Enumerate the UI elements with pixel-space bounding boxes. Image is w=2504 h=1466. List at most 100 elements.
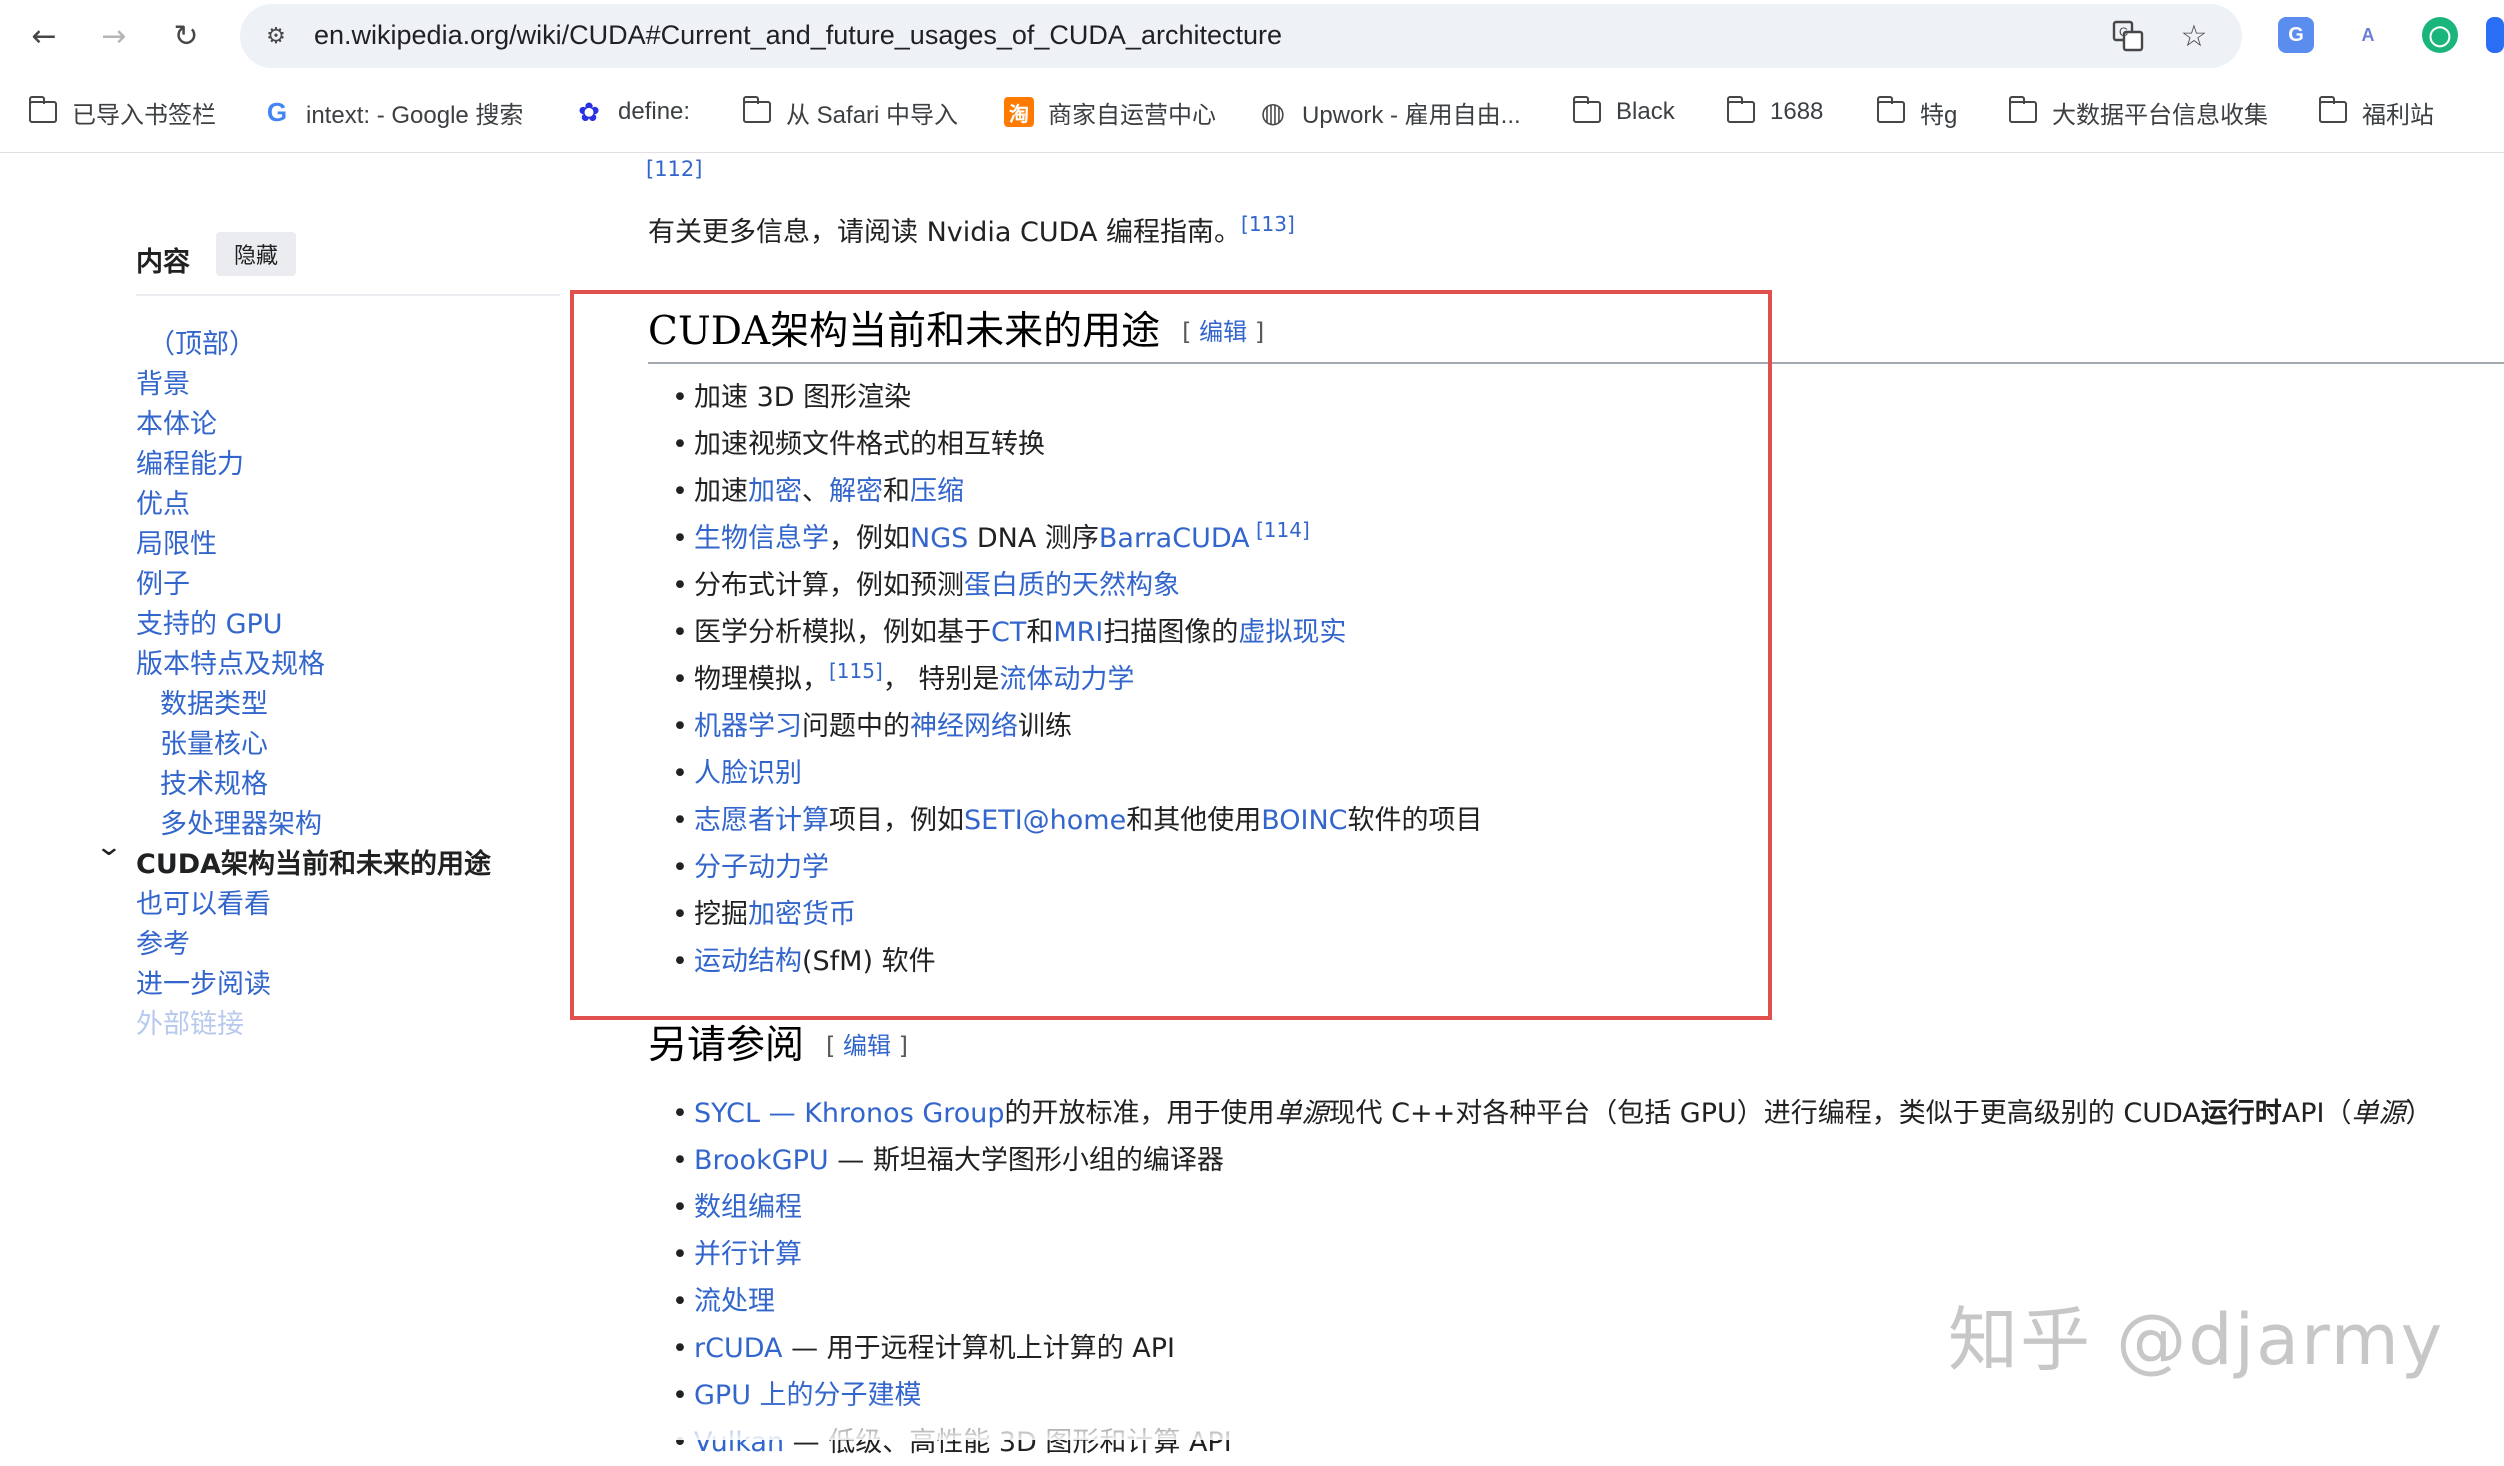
toc-item[interactable]: 例子 xyxy=(136,562,190,601)
toc-item[interactable]: 外部链接 xyxy=(136,1002,244,1041)
bookmark-label: 大数据平台信息收集 xyxy=(2052,101,2268,129)
toc-divider xyxy=(136,294,560,296)
list-text: 运行时 xyxy=(2200,1098,2282,1129)
toc-item[interactable]: 张量核心 xyxy=(160,722,268,761)
tune-icon[interactable]: ⚙ xyxy=(258,18,294,54)
wiki-link[interactable]: 并行计算 xyxy=(694,1239,802,1270)
table-of-contents: 内容 隐藏 ⌄ （顶部） 背景 本体论 编程能力 优点 局限性 例子 支持的 GPU 版本特点及… xyxy=(0,152,560,1440)
bookmark-label: Black xyxy=(1616,98,1675,125)
list-text: 现代 C++对各种平台（包括 GPU）进行编程，类似于更高级别的 CUDA xyxy=(1328,1098,2201,1129)
bookmark-item[interactable]: 特g xyxy=(1876,92,1957,132)
list-text: 单源 xyxy=(1274,1098,1329,1129)
globe-icon: ◍ xyxy=(1260,96,1286,128)
toc-item[interactable]: 本体论 xyxy=(136,402,217,441)
folder-icon xyxy=(1876,96,1906,127)
list-item: 并行计算 xyxy=(672,1231,2432,1278)
wiki-link[interactable]: 数组编程 xyxy=(694,1192,802,1223)
toc-title: 内容 xyxy=(136,247,190,278)
bookmark-item[interactable]: 已导入书签栏 xyxy=(28,92,216,132)
folder-icon xyxy=(28,96,58,127)
toc-item[interactable]: 进一步阅读 xyxy=(136,962,271,1001)
bookmark-item[interactable]: ✿ define: xyxy=(574,92,690,132)
reload-icon[interactable]: ↻ xyxy=(164,14,208,58)
bookmark-label: 1688 xyxy=(1770,98,1824,125)
reference-link[interactable]: [112] xyxy=(646,152,702,183)
wiki-link[interactable]: rCUDA xyxy=(694,1333,783,1364)
toc-item[interactable]: 支持的 GPU xyxy=(136,602,283,641)
folder-icon xyxy=(742,96,772,127)
toc-item[interactable]: 参考 xyxy=(136,922,190,961)
toc-item[interactable]: 版本特点及规格 xyxy=(136,642,325,681)
list-item: SYCL — Khronos Group的开放标准，用于使用单源现代 C++对各… xyxy=(672,1090,2432,1137)
bookmark-item[interactable]: 从 Safari 中导入 xyxy=(742,92,958,132)
list-text: 单源 xyxy=(2351,1098,2406,1129)
toc-hide-button[interactable]: 隐藏 xyxy=(216,232,296,276)
toc-item[interactable]: 也可以看看 xyxy=(136,882,271,921)
folder-icon xyxy=(1726,96,1756,127)
toc-item[interactable]: 背景 xyxy=(136,362,190,401)
bookmark-item[interactable]: 1688 xyxy=(1726,92,1823,132)
paragraph-text: 有关更多信息，请阅读 Nvidia CUDA 编程指南。 xyxy=(648,217,1242,248)
url-text[interactable]: en.wikipedia.org/wiki/CUDA#Current_and_f… xyxy=(314,20,1282,51)
list-text: — 斯坦福大学图形小组的编译器 xyxy=(828,1145,1224,1176)
list-text: API（ xyxy=(2281,1098,2352,1129)
bookmark-item[interactable]: ◍ Upwork - 雇用自由... xyxy=(1258,92,1521,132)
wiki-link[interactable]: BrookGPU xyxy=(694,1145,829,1176)
chevron-down-icon[interactable]: ⌄ xyxy=(95,832,123,862)
list-text: — 用于远程计算机上计算的 API xyxy=(782,1333,1175,1364)
folder-icon xyxy=(1572,96,1602,127)
bookmarks-bar: 已导入书签栏 Gintext: - Google 搜索 ✿ define: 从 S… xyxy=(0,72,2504,153)
folder-icon xyxy=(2318,96,2348,127)
list-text: ） xyxy=(2405,1098,2433,1129)
watermark: 知乎 @djarmy xyxy=(1948,1299,2445,1381)
bookmark-label: define: xyxy=(618,98,691,125)
list-text: 的开放标准，用于使用 xyxy=(1004,1098,1275,1129)
toc-item[interactable]: CUDA架构当前和未来的用途 xyxy=(136,842,491,881)
bookmark-item[interactable]: 福利站 xyxy=(2318,92,2434,132)
toc-item[interactable]: 优点 xyxy=(136,482,190,521)
bookmark-star-icon[interactable]: ☆ xyxy=(2176,18,2212,54)
bottom-fade xyxy=(0,1400,2504,1440)
bookmark-item[interactable]: Gintext: - Google 搜索 xyxy=(262,92,524,132)
bookmark-label: 从 Safari 中导入 xyxy=(786,101,959,129)
wiki-link[interactable]: SYCL — Khronos Group xyxy=(694,1098,1005,1129)
list-item: BrookGPU — 斯坦福大学图形小组的编译器 xyxy=(672,1137,2432,1184)
browser-toolbar: ← → ↻ ⚙ en.wikipedia.org/wiki/CUDA#Curre… xyxy=(0,0,2504,72)
highlight-annotation-box xyxy=(570,290,1772,1020)
toc-item[interactable]: 多处理器架构 xyxy=(160,802,322,841)
extension-icon[interactable]: A xyxy=(2350,17,2386,53)
toc-item[interactable]: 数据类型 xyxy=(160,682,268,721)
folder-icon xyxy=(2008,96,2038,127)
wiki-link[interactable]: 流处理 xyxy=(694,1286,775,1317)
chat-extension-icon[interactable]: ◯ xyxy=(2422,17,2458,53)
extension-partial-icon[interactable] xyxy=(2486,17,2504,53)
bookmark-label: 特g xyxy=(1920,101,1958,129)
bookmark-label: Upwork - 雇用自由... xyxy=(1302,101,1521,129)
taobao-icon: 淘 xyxy=(1004,97,1034,127)
section-title: 另请参阅 xyxy=(648,1023,805,1068)
address-bar[interactable]: ⚙ en.wikipedia.org/wiki/CUDA#Current_and… xyxy=(240,4,2242,68)
edit-section-link[interactable]: [ 编辑 ] xyxy=(826,1032,908,1060)
translate-icon[interactable]: G xyxy=(2110,18,2146,54)
google-icon: G xyxy=(266,96,288,127)
forward-arrow-icon[interactable]: → xyxy=(92,14,136,58)
reference-link[interactable]: [113] xyxy=(1241,212,1295,236)
baidu-paw-icon: ✿ xyxy=(578,96,600,127)
list-item: 数组编程 xyxy=(672,1184,2432,1231)
bookmark-label: 商家自运营中心 xyxy=(1048,101,1216,129)
back-arrow-icon[interactable]: ← xyxy=(22,14,66,58)
bookmark-label: 福利站 xyxy=(2362,101,2434,129)
toc-item[interactable]: 编程能力 xyxy=(136,442,244,481)
google-translate-extension-icon[interactable]: G xyxy=(2278,17,2314,53)
bookmark-item[interactable]: 淘商家自运营中心 xyxy=(1004,92,1216,132)
bookmark-label: 已导入书签栏 xyxy=(72,101,216,129)
paragraph: 有关更多信息，请阅读 Nvidia CUDA 编程指南。[113] xyxy=(648,210,1295,249)
section-heading: 另请参阅 [ 编辑 ] xyxy=(648,1014,908,1070)
bookmark-item[interactable]: Black xyxy=(1572,92,1675,132)
bookmark-label: intext: - Google 搜索 xyxy=(306,101,524,129)
toc-item[interactable]: （顶部） xyxy=(148,322,256,361)
toc-item[interactable]: 技术规格 xyxy=(160,762,268,801)
bookmark-item[interactable]: 大数据平台信息收集 xyxy=(2008,92,2268,132)
svg-text:G: G xyxy=(2119,25,2128,39)
toc-item[interactable]: 局限性 xyxy=(136,522,217,561)
